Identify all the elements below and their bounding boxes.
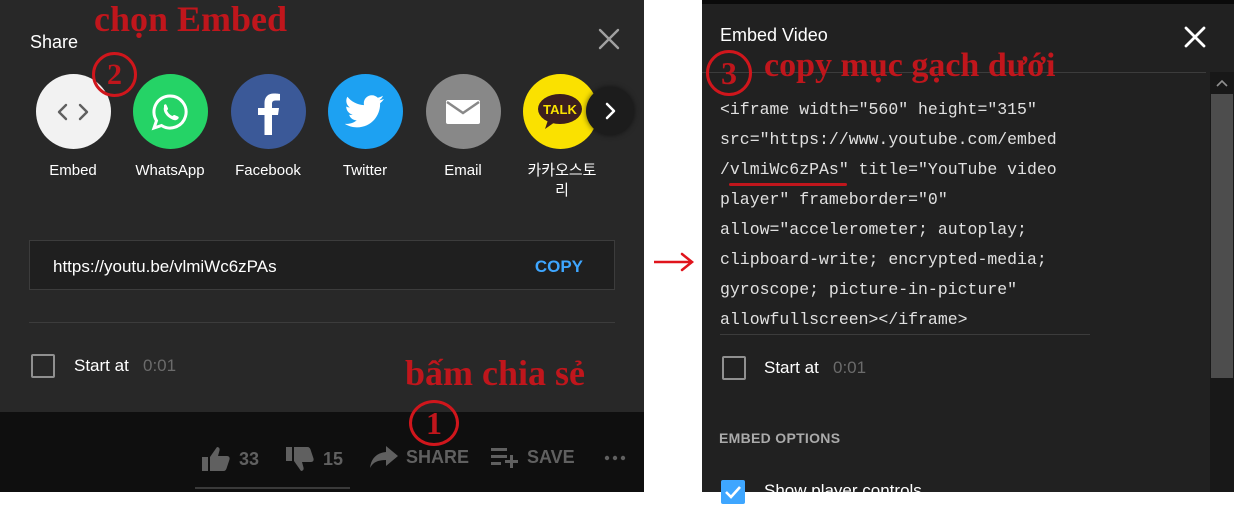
share-url[interactable]: https://youtu.be/vlmiWc6zPAs (53, 257, 277, 277)
share-app-label: WhatsApp (135, 162, 205, 179)
share-button[interactable]: SHARE (370, 446, 469, 468)
share-app-label: Twitter (342, 162, 388, 179)
annotation-step3-circle: 3 (706, 50, 752, 96)
thumbs-up-icon (202, 447, 230, 471)
annotation-step3-text: copy mục gạch dưới (764, 47, 1056, 84)
share-app-label: Email (444, 162, 482, 179)
playlist-add-icon (491, 448, 518, 468)
more-dots-icon (604, 455, 626, 461)
show-controls-label: Show player controls (764, 481, 922, 500)
code-line: allow="accelerometer; autoplay; (720, 220, 1027, 239)
next-arrow-button[interactable] (586, 87, 634, 135)
embed-title: Embed Video (720, 25, 828, 45)
thumbs-down-icon (286, 447, 314, 471)
embed-code-textarea[interactable]: <iframe width="560" height="315" src="htt… (720, 95, 1090, 335)
share-app-kakaostory[interactable]: TALK 카카오스토리 (522, 74, 598, 201)
share-title: Share (30, 32, 79, 52)
code-line: /vlmiWc6zPAs" title="YouTube video (720, 160, 1057, 179)
scroll-up-icon[interactable] (1216, 74, 1228, 92)
like-count: 33 (239, 448, 260, 469)
divider (720, 334, 1090, 335)
save-button[interactable]: SAVE (491, 446, 575, 468)
dislike-count: 15 (323, 448, 344, 469)
whatsapp-icon (132, 74, 208, 149)
video-id-underline (729, 183, 847, 186)
start-at-time[interactable]: 0:01 (833, 358, 866, 378)
kakao-badge: TALK (543, 102, 577, 117)
show-controls-checkbox[interactable] (721, 480, 745, 504)
annotation-step2-text: chọn Embed (94, 0, 288, 39)
code-line: <iframe width="560" height="315" (720, 100, 1037, 119)
start-at-label: Start at (74, 356, 129, 375)
start-at-time[interactable]: 0:01 (143, 356, 176, 376)
email-icon (425, 74, 501, 149)
share-label: SHARE (406, 446, 470, 467)
code-line: player" frameborder="0" (720, 190, 948, 209)
divider (29, 322, 615, 323)
annotation-step1-circle: 1 (409, 400, 459, 446)
top-strip (702, 0, 1234, 4)
close-icon[interactable] (1183, 25, 1207, 49)
like-button[interactable]: 33 (201, 446, 259, 472)
share-app-label: Facebook (235, 162, 301, 179)
facebook-icon (230, 74, 306, 149)
like-ratio-bar (195, 487, 350, 489)
annotation-step2-circle: 2 (92, 52, 137, 97)
share-app-email[interactable]: Email (425, 74, 501, 181)
annotation-step1-text: bấm chia sẻ (405, 353, 585, 393)
share-app-label: 카카오스토리 (527, 162, 597, 199)
code-line: gyroscope; picture-in-picture" (720, 280, 1018, 299)
dislike-button[interactable]: 15 (285, 446, 343, 472)
share-url-box: https://youtu.be/vlmiWc6zPAs COPY (29, 240, 615, 290)
share-app-facebook[interactable]: Facebook (230, 74, 306, 181)
close-icon[interactable] (597, 27, 621, 51)
share-app-twitter[interactable]: Twitter (327, 74, 403, 181)
more-button[interactable] (603, 440, 627, 464)
code-line: clipboard-write; encrypted-media; (720, 250, 1047, 269)
code-line: allowfullscreen></iframe> (720, 310, 968, 329)
chevron-right-icon (605, 102, 616, 120)
share-app-whatsapp[interactable]: WhatsApp (132, 74, 208, 181)
share-app-label: Embed (49, 162, 97, 179)
embed-video-panel: Embed Video <iframe width="560" height="… (702, 0, 1234, 504)
start-at-label: Start at (764, 358, 819, 377)
start-at-checkbox[interactable] (31, 354, 55, 378)
save-label: SAVE (527, 446, 575, 467)
start-at-checkbox[interactable] (722, 356, 746, 380)
share-panel: Share Embed WhatsApp Facebook Twitter Em… (0, 0, 644, 492)
flow-arrow-icon (652, 251, 695, 273)
twitter-icon (327, 74, 403, 149)
checkmark-icon (725, 486, 741, 499)
share-arrow-icon (370, 446, 398, 468)
code-line: src="https://www.youtube.com/embed (720, 130, 1057, 149)
copy-button[interactable]: COPY (535, 257, 583, 277)
scrollbar-thumb[interactable] (1211, 94, 1233, 378)
embed-options-heading: EMBED OPTIONS (719, 430, 841, 446)
